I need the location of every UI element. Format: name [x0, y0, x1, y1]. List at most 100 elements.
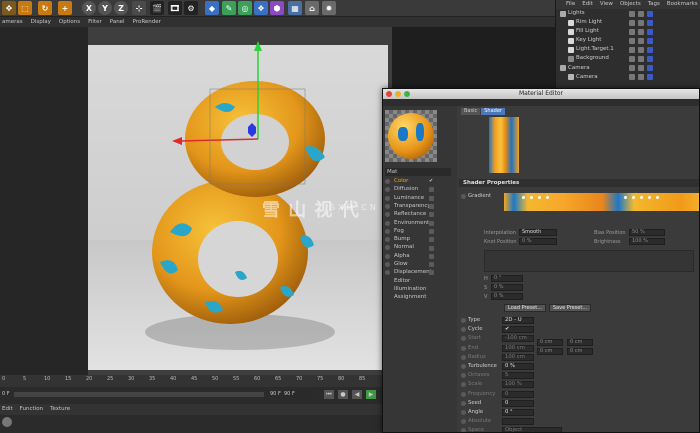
channel-item[interactable]: Bump — [385, 236, 453, 244]
tag-icon[interactable] — [647, 19, 653, 26]
axis-y-button[interactable]: Y — [98, 1, 112, 15]
channel-anim-dot[interactable] — [385, 245, 390, 251]
channel-anim-dot[interactable] — [385, 237, 390, 243]
tab-basic[interactable]: Basic — [461, 108, 481, 115]
tag-icon[interactable] — [638, 55, 644, 62]
param-anim-dot[interactable] — [461, 364, 466, 369]
menu-prorender[interactable]: ProRender — [133, 17, 161, 27]
tag-icon[interactable] — [647, 10, 653, 17]
tag-icon[interactable] — [647, 55, 653, 62]
move-tool-icon[interactable]: ✥ — [2, 1, 16, 15]
camera-icon[interactable]: ⌂ — [305, 1, 319, 15]
tag-icon[interactable] — [629, 55, 635, 62]
channel-checkbox[interactable] — [429, 262, 434, 268]
param-value-field[interactable]: 0 ° — [502, 409, 534, 416]
tag-icon[interactable] — [647, 65, 653, 72]
y-axis-arrow-icon[interactable] — [254, 41, 262, 51]
gradient-knot[interactable] — [538, 196, 541, 199]
tag-icon[interactable] — [629, 46, 635, 53]
material-preview[interactable] — [385, 110, 437, 162]
param-anim-dot[interactable] — [461, 428, 466, 432]
interpolation-dropdown[interactable]: Smooth — [519, 229, 557, 236]
tag-icon[interactable] — [638, 65, 644, 72]
param-anim-dot[interactable] — [461, 327, 466, 333]
channel-checkbox[interactable] — [429, 237, 434, 243]
tag-icon[interactable] — [629, 19, 635, 26]
brightness-field[interactable]: 100 % — [629, 238, 665, 245]
param-value-field[interactable]: Object — [502, 427, 562, 432]
gradient-bar[interactable] — [504, 193, 699, 211]
channel-item[interactable]: Diffusion — [385, 186, 453, 194]
v-field[interactable]: 0 % — [491, 293, 523, 300]
param-value-field[interactable]: 100 cm — [502, 353, 534, 361]
tag-icon[interactable] — [638, 46, 644, 53]
play-icon[interactable]: ▶ — [366, 390, 376, 399]
record-icon[interactable]: ● — [338, 390, 348, 399]
gradient-knot[interactable] — [624, 196, 627, 199]
tag-icon[interactable] — [638, 74, 644, 81]
rotate-tool-icon[interactable]: ↻ — [38, 1, 52, 15]
object-row[interactable]: Background — [556, 54, 700, 63]
tag-icon[interactable] — [638, 28, 644, 35]
tag-icon[interactable] — [629, 28, 635, 35]
end-col-2[interactable]: 0 cm — [537, 348, 563, 355]
go-to-start-icon[interactable]: ⏮ — [324, 390, 334, 399]
param-value-field[interactable]: 0 — [502, 390, 534, 398]
tag-icon[interactable] — [629, 37, 635, 44]
tag-icon[interactable] — [638, 19, 644, 26]
mat-menu-function[interactable]: Function — [20, 404, 43, 415]
gradient-knot[interactable] — [656, 196, 659, 199]
param-anim-dot[interactable] — [461, 382, 466, 388]
channel-anim-dot[interactable] — [385, 262, 390, 267]
channel-item[interactable]: Displacement — [385, 269, 453, 277]
tag-icon[interactable] — [629, 65, 635, 72]
channel-anim-dot[interactable] — [385, 253, 390, 259]
channel-item[interactable]: Normal — [385, 244, 453, 252]
save-preset-button[interactable]: Save Preset... — [549, 304, 591, 312]
channel-anim-dot[interactable] — [385, 228, 390, 234]
menu-display[interactable]: Display — [31, 17, 51, 27]
objects-menu-edit[interactable]: Edit — [582, 0, 593, 9]
gradient-knot[interactable] — [522, 196, 525, 199]
light-icon[interactable]: ✹ — [322, 1, 336, 15]
channel-item[interactable]: Alpha — [385, 253, 453, 261]
gradient-knot[interactable] — [530, 196, 533, 199]
object-row[interactable]: Lights — [556, 9, 700, 18]
mat-menu-texture[interactable]: Texture — [50, 404, 70, 415]
coordinate-system-icon[interactable]: ⊹ — [132, 1, 146, 15]
channel-checkbox[interactable] — [429, 204, 434, 210]
channel-anim-dot[interactable] — [385, 187, 390, 193]
channel-item[interactable]: Luminance — [385, 195, 453, 203]
channel-checkbox[interactable] — [429, 212, 434, 218]
object-row[interactable]: Light.Target.1 — [556, 45, 700, 54]
channel-item[interactable]: Environment — [385, 220, 453, 228]
channel-item[interactable]: Fog — [385, 228, 453, 236]
start-col-2[interactable]: 0 cm — [537, 339, 563, 346]
param-anim-dot[interactable] — [461, 419, 466, 425]
objects-menu-bookmarks[interactable]: Bookmarks — [667, 0, 698, 9]
knot-position-field[interactable]: 0 % — [519, 238, 557, 245]
param-anim-dot[interactable] — [461, 400, 466, 406]
param-anim-dot[interactable] — [461, 354, 466, 360]
gradient-knot[interactable] — [640, 196, 643, 199]
gradient-knot[interactable] — [632, 196, 635, 199]
axis-z-button[interactable]: Z — [114, 1, 128, 15]
menu-panel[interactable]: Panel — [110, 17, 125, 27]
deformer-icon[interactable]: ⬢ — [270, 1, 284, 15]
tag-icon[interactable] — [629, 10, 635, 17]
param-value-field[interactable]: -100 cm — [502, 335, 534, 343]
nurbs-icon[interactable]: ◎ — [238, 1, 252, 15]
channel-item[interactable]: Reflectance — [385, 211, 453, 219]
x-axis-arrow-icon[interactable] — [172, 137, 182, 145]
param-anim-dot[interactable] — [461, 373, 466, 379]
load-preset-button[interactable]: Load Preset... — [504, 304, 546, 312]
param-value-field[interactable]: 2D - U — [502, 317, 534, 324]
param-anim-dot[interactable] — [461, 410, 466, 415]
menu-options[interactable]: Options — [59, 17, 80, 27]
channel-checkbox[interactable] — [429, 195, 434, 201]
object-row[interactable]: Key Light — [556, 36, 700, 45]
channel-checkbox[interactable] — [429, 253, 434, 259]
s-field[interactable]: 0 % — [491, 284, 523, 291]
object-row[interactable]: Camera — [556, 73, 700, 82]
objects-menu-file[interactable]: File — [566, 0, 575, 9]
